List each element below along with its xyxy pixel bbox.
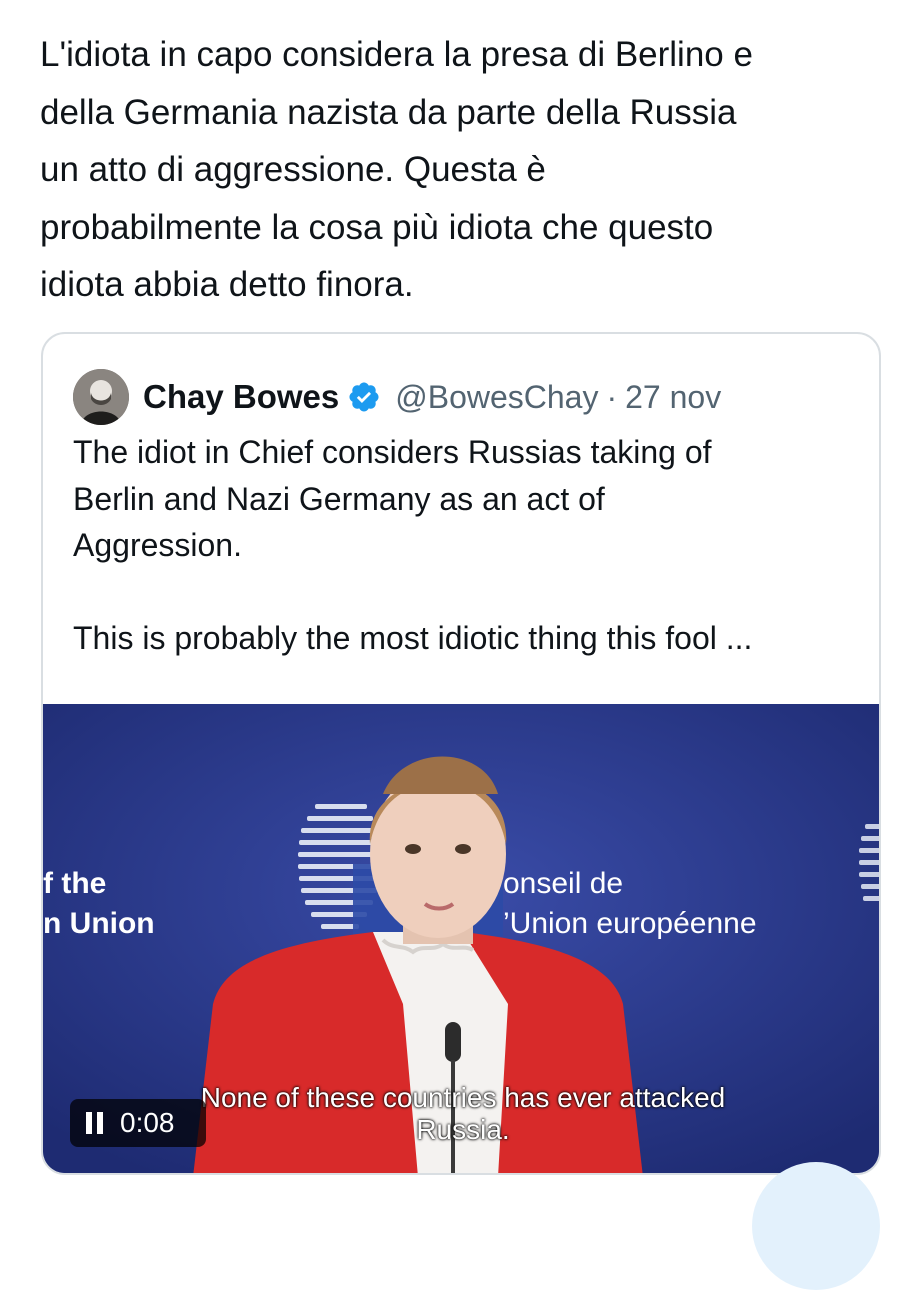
background-sign-right-line1: onseil de	[503, 867, 624, 900]
playback-control[interactable]: 0:08	[70, 1099, 206, 1147]
post-date[interactable]: 27 nov	[625, 379, 721, 416]
compose-button[interactable]	[752, 1162, 880, 1290]
author-name[interactable]: Chay Bowes	[143, 378, 339, 416]
tweet-text: L'idiota in capo considera la presa di B…	[40, 35, 753, 304]
background-sign-left: f the n Union	[43, 864, 155, 944]
quoted-tweet-card[interactable]: Chay Bowes @BowesChay · 27 nov The idiot…	[41, 332, 881, 1175]
avatar[interactable]	[73, 369, 129, 425]
background-sign-left-line1: f the	[43, 867, 107, 900]
background-sign-right: onseil de ’Union européenne	[503, 864, 757, 944]
video-player[interactable]: f the n Union onseil de ’Union européenn…	[43, 704, 879, 1173]
verified-badge-icon	[349, 382, 379, 412]
quoted-tweet-text: The idiot in Chief considers Russias tak…	[73, 434, 753, 656]
separator-dot: ·	[606, 378, 618, 415]
pause-icon[interactable]	[86, 1112, 104, 1134]
author-handle[interactable]: @BowesChay	[395, 379, 598, 416]
background-sign-right-line2: ’Union européenne	[503, 907, 757, 940]
elapsed-time: 0:08	[120, 1107, 175, 1138]
background-sign-left-line2: n Union	[43, 907, 155, 940]
quoted-tweet-header: Chay Bowes @BowesChay · 27 nov	[73, 368, 721, 426]
